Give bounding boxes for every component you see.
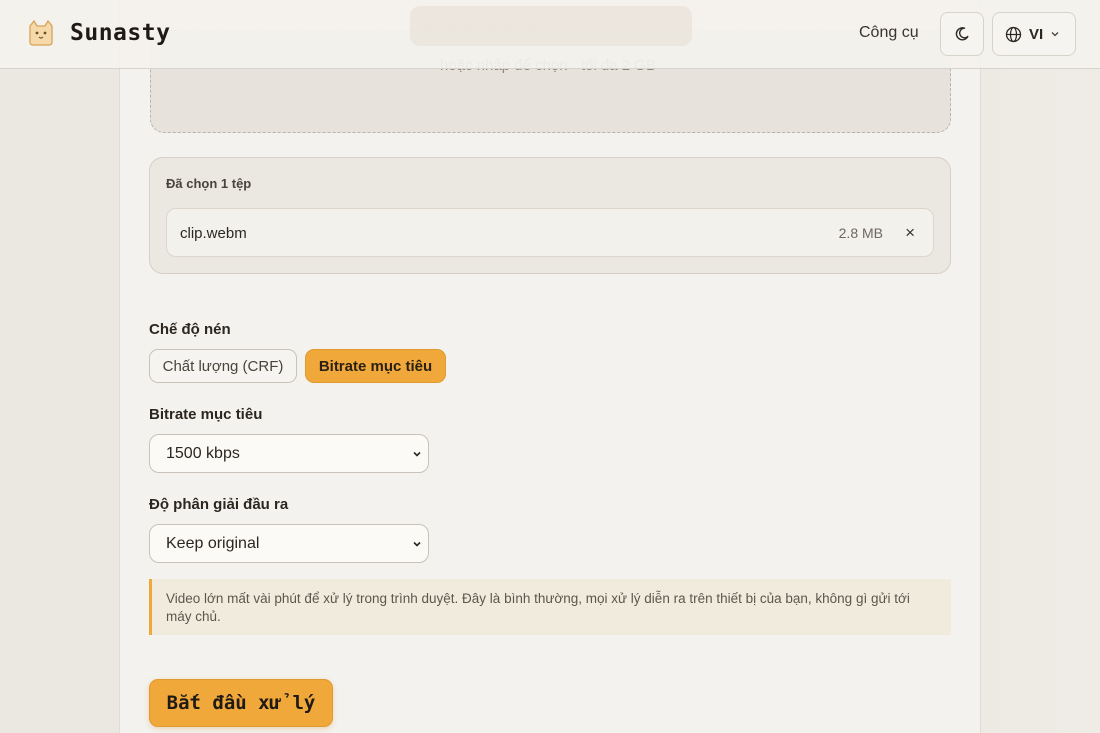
moon-icon: [955, 27, 969, 41]
output-resolution-value: Keep original: [166, 534, 260, 552]
mode-crf-button[interactable]: Chất lượng (CRF): [149, 349, 297, 383]
language-switcher[interactable]: VI: [992, 12, 1076, 56]
target-bitrate-select[interactable]: 1500 kbps: [149, 434, 429, 473]
processing-note: Video lớn mất vài phút để xử lý trong tr…: [149, 579, 951, 635]
target-bitrate-value: 1500 kbps: [166, 444, 240, 462]
compression-mode-label: Chế độ nén: [149, 321, 231, 338]
target-bitrate-label: Bitrate mục tiêu: [149, 406, 263, 423]
theme-toggle-button[interactable]: [940, 12, 984, 56]
remove-file-button[interactable]: ×: [905, 223, 915, 243]
file-name: clip.webm: [180, 225, 247, 242]
output-resolution-label: Độ phân giải đầu ra: [149, 496, 289, 513]
nav-tools-link[interactable]: Công cụ: [859, 24, 919, 42]
cat-logo-icon: [29, 19, 53, 46]
chevron-down-icon: [413, 541, 421, 547]
mode-bitrate-button[interactable]: Bitrate mục tiêu: [305, 349, 446, 383]
brand-name: Sunasty: [70, 20, 171, 46]
chevron-down-icon: [413, 451, 421, 457]
ghost-upload-button: [410, 6, 692, 46]
file-size: 2.8 MB: [838, 225, 883, 241]
globe-icon: [1005, 26, 1022, 42]
output-resolution-select[interactable]: Keep original: [149, 524, 429, 563]
file-item: clip.webm 2.8 MB ×: [166, 208, 934, 257]
language-code: VI: [1029, 25, 1044, 43]
selected-files-title: Đã chọn 1 tệp: [166, 176, 252, 191]
chevron-down-icon: [1051, 32, 1059, 37]
start-processing-button[interactable]: Bắt đầu xử lý: [149, 679, 333, 727]
brand[interactable]: Sunasty: [24, 16, 170, 50]
